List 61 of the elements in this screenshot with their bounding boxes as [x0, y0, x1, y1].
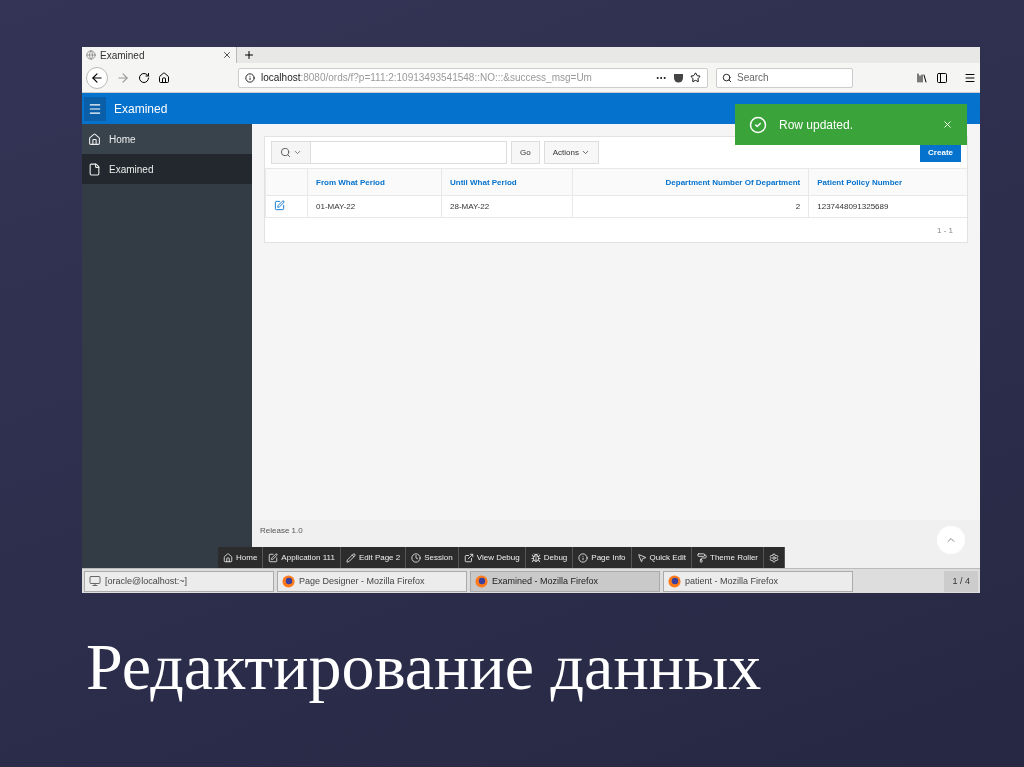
search-icon: [722, 72, 732, 83]
shield-icon[interactable]: [673, 72, 684, 83]
check-icon: [749, 115, 767, 134]
home-icon: [223, 552, 233, 563]
new-tab-icon[interactable]: [243, 49, 255, 61]
sidebar-item[interactable]: Home: [82, 124, 252, 154]
workspace-pager[interactable]: 1 / 4: [944, 570, 978, 592]
settings-icon: [769, 552, 780, 563]
theme-roller-icon: [697, 552, 707, 563]
house-icon: [88, 132, 101, 146]
column-header[interactable]: Until What Period: [441, 168, 573, 196]
edit-icon: [345, 552, 356, 563]
browser-tab[interactable]: Examined: [82, 47, 237, 63]
library-icon[interactable]: [916, 71, 928, 84]
back-button[interactable]: [86, 66, 108, 89]
home-icon[interactable]: [158, 71, 170, 84]
document-icon: [88, 162, 101, 176]
search-column-button[interactable]: [271, 141, 311, 164]
sidebar-item[interactable]: Examined: [82, 154, 252, 184]
star-icon[interactable]: [690, 72, 701, 83]
info-icon: [245, 72, 255, 83]
taskbar-item[interactable]: patient - Mozilla Firefox: [663, 570, 853, 592]
pagination-text: 1 - 1: [937, 225, 953, 235]
browser-logo-icon: [282, 574, 295, 588]
menu-icon[interactable]: [964, 71, 976, 84]
table-cell: 2: [572, 195, 809, 218]
table-cell: 28-MAY-22: [441, 195, 573, 218]
table-cell: 01-MAY-22: [307, 195, 442, 218]
taskbar-item[interactable]: [oracle@localhost:~]: [84, 570, 274, 592]
taskbar-item[interactable]: Examined - Mozilla Firefox: [470, 570, 660, 592]
column-header[interactable]: Department Number Of Department: [572, 168, 809, 196]
actions-button[interactable]: Actions: [543, 141, 599, 164]
url-field[interactable]: localhost:8080/ords/f?p=111:2:10913493541548::NO:::&success_msg=Um: [238, 67, 708, 88]
search-icon: [280, 147, 291, 158]
close-icon[interactable]: [942, 119, 953, 130]
chevron-down-icon: [293, 148, 302, 157]
page-icon: [86, 50, 96, 60]
edit-icon[interactable]: [274, 200, 285, 211]
close-icon[interactable]: [222, 50, 232, 60]
debug-icon: [530, 552, 541, 563]
taskbar-item[interactable]: Page Designer - Mozilla Firefox: [277, 570, 467, 592]
browser-logo-icon: [475, 574, 488, 588]
report-search-field[interactable]: [311, 141, 507, 164]
sidebar-icon[interactable]: [936, 71, 948, 84]
release-text: Release 1.0: [260, 526, 303, 535]
info-icon: [578, 552, 589, 563]
menu-button[interactable]: [84, 96, 106, 121]
app-title: Examined: [114, 101, 168, 116]
url-text: localhost:8080/ords/f?p=111:2:10913493541548::NO:::&success_msg=Um: [261, 72, 593, 83]
column-header[interactable]: Patient Policy Number: [808, 168, 967, 196]
terminal-icon: [89, 575, 101, 587]
go-button[interactable]: Go: [511, 141, 540, 164]
menu-icon: [88, 101, 102, 116]
table-cell: 1237448091325689: [808, 195, 967, 218]
search-field[interactable]: Search: [716, 67, 853, 88]
toast-message: Row updated.: [779, 117, 855, 132]
chevron-down-icon: [580, 148, 590, 157]
column-header[interactable]: From What Period: [307, 168, 442, 196]
browser-logo-icon: [668, 574, 681, 588]
slide-title: Редактирование данных: [86, 629, 763, 705]
reload-icon[interactable]: [138, 71, 150, 84]
